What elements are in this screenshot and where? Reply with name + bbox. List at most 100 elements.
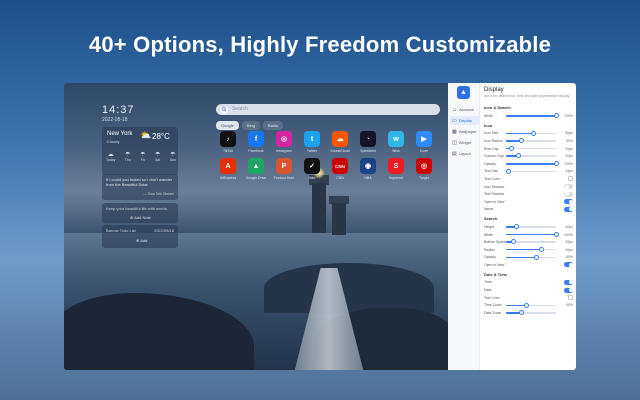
todo-widget[interactable]: Barrow Todo List 2022/08/18 ⊕ Add (102, 225, 178, 248)
setting-checkbox[interactable] (568, 295, 573, 301)
setting-label: Open in New Tab (484, 262, 506, 267)
app-shortcut[interactable]: ◉ NBA (354, 158, 382, 180)
setting-label: Width (484, 232, 493, 237)
setting-slider[interactable] (506, 168, 556, 174)
app-shortcut[interactable]: ◎ Target (410, 158, 438, 180)
setting-toggle[interactable] (564, 206, 573, 212)
setting-label: Bottom Space (484, 240, 506, 245)
app-shortcut[interactable]: ☁ SoundCloud (326, 131, 354, 153)
slider-handle[interactable] (518, 138, 524, 144)
slider-handle[interactable] (516, 153, 521, 159)
nba-icon: ◉ (360, 158, 376, 174)
setting-slider[interactable] (506, 153, 556, 159)
add-todo-button[interactable]: ⊕ Add (136, 238, 147, 243)
app-shortcut-label: Google Drive (245, 176, 267, 180)
app-shortcut[interactable]: CNN CNN (326, 158, 354, 180)
setting-toggle[interactable] (564, 262, 573, 268)
sidebar-item-label: Account (459, 107, 474, 112)
setting-slider[interactable] (506, 254, 556, 260)
setting-slider[interactable] (506, 231, 559, 237)
forecast-day-label: Fri (140, 158, 145, 162)
slider-fill (506, 248, 541, 251)
slider-handle[interactable] (533, 254, 539, 260)
weather-widget[interactable]: New York Cloudy ⛅ 28°C ☁ Today ☂ Thu ☂ Fri ☂ Sa… (102, 127, 178, 175)
widget-icon: ◫ (452, 139, 457, 146)
app-shortcut[interactable]: ♪ TikTok (214, 131, 242, 153)
app-shortcut[interactable]: ▶ Zoom (410, 131, 438, 153)
note-widget[interactable]: Keep your beautiful life with words. ⊕ A… (102, 203, 178, 223)
setting-toggle[interactable] (564, 184, 573, 190)
sidebar-item-account[interactable]: ☺ Account (450, 105, 479, 114)
setting-toggle[interactable] (564, 191, 573, 197)
app-shortcut[interactable]: w Wish (382, 131, 410, 153)
slider-handle[interactable] (518, 310, 524, 316)
sidebar-item-layout[interactable]: ▤ Layout (450, 149, 479, 158)
slider-handle[interactable] (506, 168, 511, 174)
slider-fill (506, 132, 534, 135)
slider-handle[interactable] (553, 161, 559, 167)
add-todo-label: Add (140, 238, 148, 243)
wallpaper-rock (264, 263, 434, 313)
setting-toggle[interactable] (564, 199, 573, 205)
setting-value: 30% (565, 138, 573, 143)
setting-slider[interactable] (506, 310, 556, 316)
setting-label: Icon Size (484, 131, 499, 136)
app-shortcut[interactable]: ◎ Instagram (270, 131, 298, 153)
setting-label: Width (484, 113, 493, 118)
weather-temperature: 28°C (152, 132, 170, 141)
sidebar-item-display[interactable]: ▭ Display (450, 116, 479, 125)
app-shortcut[interactable]: t Twitter (298, 131, 326, 153)
setting-checkbox[interactable] (568, 176, 573, 182)
setting-slider[interactable] (506, 145, 556, 151)
tab-bing[interactable]: Bing (241, 121, 260, 130)
note-placeholder: Keep your beautiful life with words. (106, 206, 168, 211)
slider-handle[interactable] (538, 246, 544, 252)
setting-slider[interactable] (506, 246, 556, 252)
setting-label: Icon Shadow (484, 184, 505, 189)
slider-handle[interactable] (513, 224, 519, 230)
search-bar[interactable]: G Search (216, 104, 440, 115)
setting-slider[interactable] (506, 130, 556, 136)
slider-handle[interactable] (508, 145, 514, 151)
slider-handle[interactable] (511, 239, 516, 245)
app-shortcut-label: Zoom (419, 149, 429, 153)
slider-handle[interactable] (553, 231, 559, 237)
setting-label: Height (484, 224, 495, 229)
sidebar-item-widget[interactable]: ◫ Widget (450, 138, 479, 147)
app-shortcut[interactable]: A AliExpress (214, 158, 242, 180)
app-shortcut[interactable]: ✓ Nike (298, 158, 326, 180)
tab-baidu[interactable]: Baidu (262, 121, 284, 130)
slider-handle[interactable] (553, 113, 559, 119)
instagram-icon: ◎ (276, 131, 292, 147)
setting-slider[interactable] (506, 161, 559, 167)
setting-slider[interactable] (506, 224, 556, 230)
setting-toggle[interactable] (564, 287, 573, 293)
setting-label: Row Gap (484, 146, 499, 151)
app-shortcut[interactable]: f Facebook (242, 131, 270, 153)
setting-row: Opacity 100% (484, 160, 573, 168)
facebook-icon: f (248, 131, 264, 147)
app-shortcut[interactable]: ◔ Speedtest (354, 131, 382, 153)
quote-author: — Sina Talk Stream (143, 192, 174, 197)
search-input[interactable]: Search (232, 106, 248, 112)
setting-toggle[interactable] (564, 279, 573, 285)
setting-slider[interactable] (506, 113, 559, 119)
zoom-icon: ▶ (416, 131, 432, 147)
quote-text: If I could you fooled so I don't wander … (106, 177, 173, 188)
setting-slider[interactable] (506, 302, 556, 308)
tab-google[interactable]: Google (216, 121, 239, 130)
cloud-sun-icon: ⛅ (140, 130, 152, 140)
app-shortcut[interactable]: ▲ Google Drive (242, 158, 270, 180)
slider-handle[interactable] (523, 302, 529, 308)
add-note-button[interactable]: ⊕ Add Note (130, 215, 151, 220)
setting-slider[interactable] (506, 239, 556, 245)
rain-icon: ☂ (125, 152, 131, 158)
settings-options: Icon & Search Width 100% Icon Icon Size 80px I… (484, 102, 573, 317)
app-shortcut[interactable]: P Product Hunt (270, 158, 298, 180)
sidebar-item-wallpaper[interactable]: ▦ Wallpaper (450, 127, 479, 136)
setting-value: 40% (565, 303, 573, 308)
setting-slider[interactable] (506, 138, 556, 144)
app-shortcut[interactable]: S Supreme (382, 158, 410, 180)
slider-handle[interactable] (531, 130, 536, 136)
google-icon[interactable]: G (220, 105, 228, 114)
